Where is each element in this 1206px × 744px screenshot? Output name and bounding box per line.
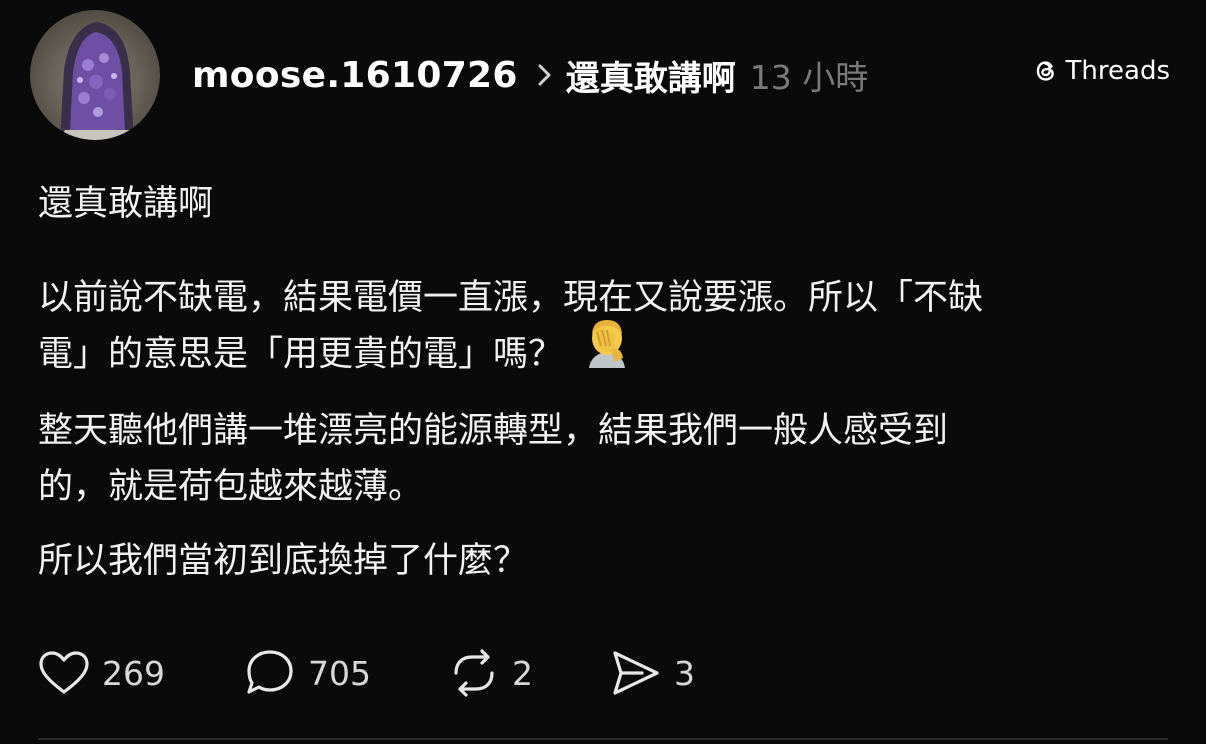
paragraph-2-line-2: 的，就是荷包越來越薄。 (38, 467, 424, 507)
post-paragraph-3: 所以我們當初到底換掉了什麼？ (38, 541, 529, 581)
repost-icon (454, 649, 494, 697)
post-paragraph-2: 整天聽他們講一堆漂亮的能源轉型，結果我們一般人感受到 的，就是荷包越來越薄。 (38, 403, 1178, 515)
threads-logo-icon (1036, 61, 1054, 81)
post-body: 還真敢講啊 以前說不缺電，結果電價一直漲，現在又說要漲。所以「不缺 電」的意思是… (38, 176, 1178, 589)
share-button[interactable]: 3 (610, 648, 695, 698)
threads-brand-label: Threads (1065, 56, 1170, 86)
face-palm-emoji (581, 316, 633, 385)
avatar[interactable] (30, 10, 160, 140)
comment-bubble-icon (247, 650, 293, 694)
send-icon (613, 651, 659, 695)
post-title-text: 還真敢講啊 (38, 184, 214, 224)
repost-count: 2 (512, 653, 533, 693)
topic-tag-link[interactable]: 還真敢講啊 (566, 51, 736, 100)
paragraph-2-line-1: 整天聽他們講一堆漂亮的能源轉型，結果我們一般人感受到 (38, 411, 949, 451)
username-link[interactable]: moose.1610726 (192, 55, 518, 96)
paragraph-1-line-2: 電」的意思是「用更貴的電」嗎？ (38, 334, 564, 375)
post-timestamp: 13 小時 (749, 58, 869, 97)
comment-count: 705 (308, 653, 371, 693)
post-paragraph-1: 以前說不缺電，結果電價一直漲，現在又說要漲。所以「不缺 電」的意思是「用更貴的電… (38, 270, 1178, 385)
amethyst-geode-image (60, 22, 134, 140)
heart-icon (39, 651, 89, 694)
like-count: 269 (102, 653, 165, 693)
share-count: 3 (674, 653, 695, 693)
comment-button[interactable]: 705 (244, 648, 448, 698)
post-action-bar: 269 705 2 3 (38, 648, 695, 698)
divider (38, 738, 1168, 740)
threads-brand[interactable]: Threads (1032, 56, 1170, 86)
chevron-right-icon (538, 64, 552, 86)
post-header: moose.1610726 還真敢講啊 13 小時 (192, 50, 868, 100)
repost-button[interactable]: 2 (448, 649, 610, 697)
like-button[interactable]: 269 (38, 650, 244, 696)
